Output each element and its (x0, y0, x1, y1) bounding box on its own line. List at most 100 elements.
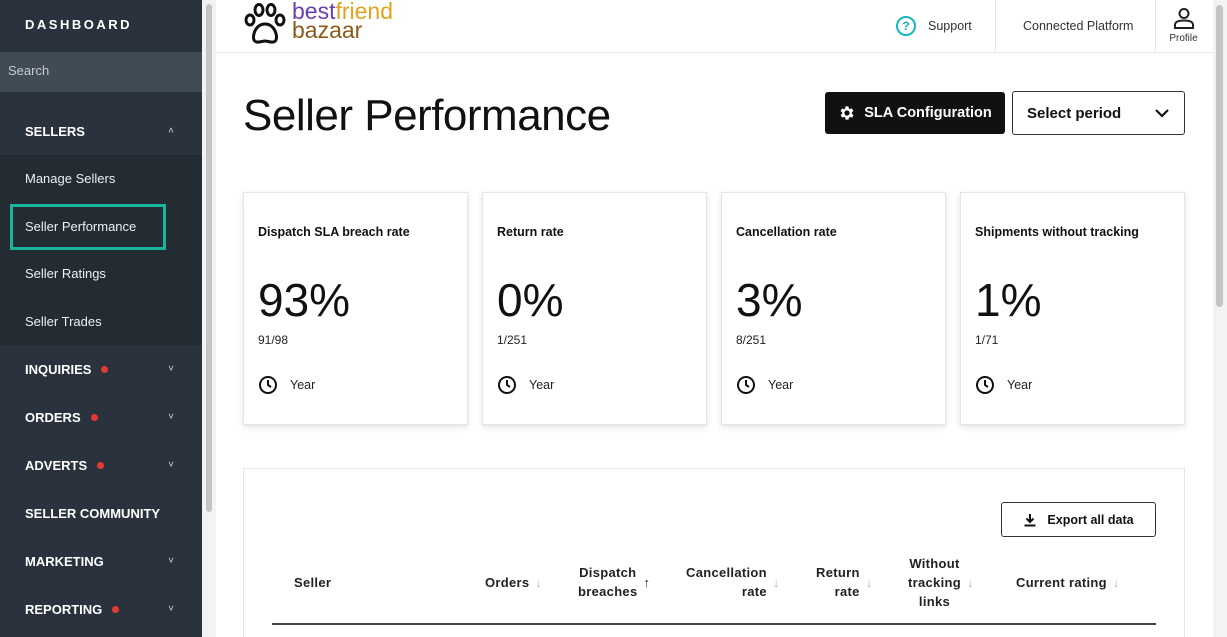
brand-wordmark: bestfriend bazaar (292, 0, 393, 42)
sidebar-item-label: Seller Trades (25, 313, 102, 329)
column-label: Cancellation (686, 565, 767, 580)
column-header-orders[interactable]: Orders ↓ (485, 573, 542, 592)
sidebar-section-reporting[interactable]: REPORTING ˅ (0, 585, 202, 633)
profile-button[interactable]: Profile (1156, 6, 1211, 44)
support-link[interactable]: ? Support (896, 0, 972, 52)
main-content: Seller Performance SLA Configuration Sel… (216, 53, 1213, 637)
connected-platform-link[interactable]: Connected Platform (1023, 0, 1133, 52)
scrollbar-thumb[interactable] (1216, 5, 1223, 307)
column-header-return-rate[interactable]: Return rate ↓ (816, 563, 873, 601)
dashboard-link[interactable]: DASHBOARD (0, 0, 202, 52)
column-label: Dispatch (579, 565, 637, 580)
active-highlight (10, 203, 166, 250)
column-header-without-tracking-links[interactable]: Without tracking links ↓ (908, 554, 974, 611)
sidebar-item-seller-performance[interactable]: Seller Performance (0, 203, 202, 251)
sidebar-section-label: INQUIRIES (25, 361, 92, 377)
column-label: links (918, 594, 951, 609)
card-value: 1% (975, 274, 1042, 326)
seller-table-panel: Export all data Seller Orders ↓ Dispatch … (243, 468, 1185, 637)
chevron-up-icon: ˄ (168, 125, 174, 137)
column-label: Return (816, 565, 860, 580)
column-label: rate (741, 584, 767, 599)
column-label: Orders (485, 575, 530, 590)
alert-dot-icon (90, 413, 98, 421)
export-button-label: Export all data (1047, 512, 1134, 527)
period-select[interactable]: Select period (1012, 91, 1185, 135)
sidebar: DASHBOARD Search SELLERS ˄ Manage Seller… (0, 0, 202, 637)
chevron-down-icon (1155, 109, 1169, 118)
paw-logo-icon (244, 3, 286, 44)
column-header-cancellation-rate[interactable]: Cancellation rate ↓ (686, 563, 780, 601)
chevron-down-icon: ˅ (168, 603, 174, 615)
card-title: Return rate (497, 225, 564, 239)
card-period: Year (975, 375, 1032, 395)
sort-arrow-down-icon: ↓ (535, 575, 543, 590)
sidebar-section-label: ADVERTS (25, 457, 88, 473)
card-title: Cancellation rate (736, 225, 837, 239)
sla-button-label: SLA Configuration (864, 105, 992, 121)
search-input[interactable]: Search (0, 52, 202, 92)
sidebar-item-seller-ratings[interactable]: Seller Ratings (0, 250, 202, 298)
brand-logo[interactable]: bestfriend bazaar (242, 0, 393, 46)
column-header-current-rating[interactable]: Current rating ↓ (1016, 573, 1120, 592)
user-icon (1173, 8, 1194, 29)
help-icon: ? (896, 16, 916, 36)
card-period-label: Year (768, 378, 794, 392)
sidebar-section-marketing[interactable]: MARKETING ˅ (0, 537, 202, 585)
period-select-value: Select period (1027, 104, 1122, 122)
page-scrollbar[interactable] (1213, 0, 1227, 637)
column-label: rate (834, 584, 860, 599)
sellers-submenu: Manage Sellers Seller Performance Seller… (0, 155, 202, 345)
metric-card-return-rate: Return rate 0% 1/251 Year (482, 192, 707, 425)
sidebar-section-orders[interactable]: ORDERS ˅ (0, 393, 202, 441)
sidebar-section-label: REPORTING (25, 601, 103, 617)
page-title: Seller Performance (243, 91, 611, 140)
card-ratio: 8/251 (736, 333, 767, 347)
gear-icon (840, 106, 854, 120)
sidebar-section-label: SELLERS (25, 123, 85, 139)
sla-configuration-button[interactable]: SLA Configuration (825, 92, 1005, 134)
sidebar-scrollbar[interactable] (202, 0, 216, 637)
download-icon (1024, 513, 1036, 526)
chevron-down-icon: ˅ (168, 555, 174, 567)
header-divider-line (272, 623, 1156, 625)
sidebar-section-sellers[interactable]: SELLERS ˄ (0, 107, 202, 155)
column-label: Current rating (1016, 575, 1107, 590)
card-period-label: Year (290, 378, 316, 392)
column-header-seller[interactable]: Seller (294, 573, 331, 592)
card-period: Year (497, 375, 554, 395)
alert-dot-icon (97, 461, 105, 469)
card-period: Year (736, 375, 793, 395)
card-value: 93% (258, 274, 351, 326)
sidebar-section-adverts[interactable]: ADVERTS ˅ (0, 441, 202, 489)
clock-icon (737, 376, 755, 394)
card-period-label: Year (529, 378, 555, 392)
scrollbar-thumb[interactable] (206, 4, 212, 512)
sidebar-section-seller-community[interactable]: SELLER COMMUNITY (0, 489, 202, 537)
top-header: bestfriend bazaar ? Support Connected Pl… (216, 0, 1213, 53)
card-period: Year (258, 375, 315, 395)
card-period-label: Year (1007, 378, 1033, 392)
sort-arrow-down-icon: ↓ (966, 575, 974, 590)
export-all-data-button[interactable]: Export all data (1001, 502, 1156, 537)
column-label: Without (909, 556, 960, 571)
chevron-down-icon: ˅ (168, 363, 174, 375)
clock-icon (259, 376, 277, 394)
header-divider (995, 0, 996, 52)
sidebar-section-inquiries[interactable]: INQUIRIES ˅ (0, 345, 202, 393)
sidebar-section-label: ORDERS (25, 409, 81, 425)
alert-dot-icon (112, 605, 120, 613)
sidebar-item-manage-sellers[interactable]: Manage Sellers (0, 155, 202, 203)
column-label: tracking (908, 575, 961, 590)
clock-icon (976, 376, 994, 394)
sidebar-item-seller-trades[interactable]: Seller Trades (0, 298, 202, 346)
column-label: breaches (578, 584, 638, 599)
column-header-dispatch-breaches[interactable]: Dispatch breaches ↑ (578, 563, 650, 601)
sidebar-item-label: Seller Ratings (25, 266, 106, 282)
card-title: Dispatch SLA breach rate (258, 225, 410, 239)
metric-card-shipments-without-tracking: Shipments without tracking 1% 1/71 Year (960, 192, 1185, 425)
card-value: 0% (497, 274, 564, 326)
sort-arrow-down-icon: ↓ (1112, 575, 1120, 590)
card-value: 3% (736, 274, 803, 326)
card-ratio: 1/71 (975, 333, 999, 347)
